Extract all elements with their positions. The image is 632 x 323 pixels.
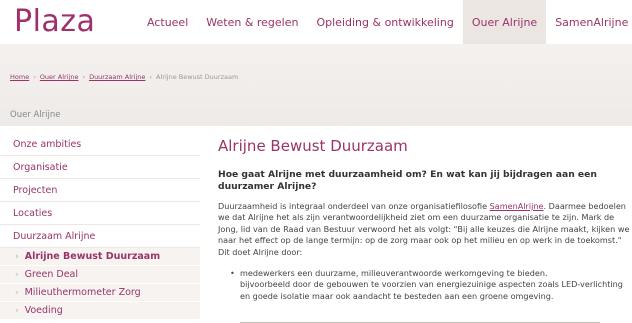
list-item: • medewerkers een duurzame, milieuverant…	[230, 268, 630, 302]
samenalrijne-link[interactable]: SamenAlrijne	[490, 201, 544, 211]
bullet-text: medewerkers een duurzame, milieuverantwo…	[240, 268, 548, 278]
sidebar-item-locaties[interactable]: Locaties	[0, 202, 200, 225]
bullet-dot: •	[230, 268, 235, 278]
bullet-list: • medewerkers een duurzame, milieuverant…	[230, 268, 630, 302]
breadcrumb-separator: ›	[82, 73, 86, 81]
breadcrumb-duurzaam-alrijne[interactable]: Duurzaam Alrijne	[89, 73, 145, 81]
breadcrumb-separator: ›	[149, 73, 153, 81]
page-title: Alrijne Bewust Duurzaam	[218, 137, 408, 155]
main-content: Alrijne Bewust Duurzaam Hoe gaat Alrijne…	[206, 126, 632, 323]
breadcrumb-current: Alrijne Bewust Duurzaam	[156, 73, 239, 81]
truncated-next-bullet	[240, 318, 620, 323]
sidebar-subitem-label: Alrijne Bewust Duurzaam	[24, 251, 161, 262]
sidebar-item-duurzaam-alrijne[interactable]: Duurzaam Alrijne	[0, 225, 200, 248]
chevron-right-icon: ›	[15, 269, 19, 280]
plaza-logo[interactable]: Plaza	[14, 4, 95, 39]
lead-question: Hoe gaat Alrijne met duurzaamheid om? En…	[218, 169, 597, 192]
breadcrumb-home[interactable]: Home	[10, 73, 29, 81]
sidebar-subitem-label: Green Deal	[24, 269, 79, 280]
sidebar: Onze ambities Organisatie Projecten Loca…	[0, 133, 200, 320]
sidebar-subitem-alrijne-bewust-duurzaam[interactable]: › Alrijne Bewust Duurzaam	[0, 248, 200, 266]
chevron-right-icon: ›	[15, 305, 19, 316]
sidebar-subitem-label: Milieuthermometer Zorg	[24, 287, 141, 298]
nav-opleiding-ontwikkeling[interactable]: Opleiding & ontwikkeling	[307, 0, 462, 44]
nav-ouer-alrijne[interactable]: Ouer Alrijne	[462, 0, 547, 44]
top-header: Plaza Actueel Weten & regelen Opleiding …	[0, 0, 632, 44]
sidebar-subitem-voeding[interactable]: › Voeding	[0, 302, 200, 320]
sidebar-item-onze-ambities[interactable]: Onze ambities	[0, 133, 200, 156]
bullet-text-continued: bijvoorbeeld door de gebouwen te voorzie…	[240, 279, 623, 301]
breadcrumb-ouer-alrijne[interactable]: Ouer Alrijne	[40, 73, 79, 81]
section-label: Ouer Alrijne	[10, 110, 61, 120]
chevron-right-icon: ›	[15, 287, 19, 298]
nav-actueel[interactable]: Actueel	[138, 0, 197, 44]
page-header-band	[0, 44, 632, 126]
sidebar-subitem-green-deal[interactable]: › Green Deal	[0, 266, 200, 284]
chevron-right-icon: ›	[15, 251, 19, 262]
breadcrumb-separator: ›	[33, 73, 36, 81]
body-paragraph: Duurzaamheid is integraal onderdeel van …	[218, 201, 632, 258]
breadcrumb: Home › Ouer Alrijne › Duurzaam Alrijne ›…	[10, 73, 238, 81]
sidebar-item-organisatie[interactable]: Organisatie	[0, 156, 200, 179]
sidebar-subitem-label: Voeding	[24, 305, 63, 316]
nav-weten-regelen[interactable]: Weten & regelen	[197, 0, 307, 44]
body-text-start: Duurzaamheid is integraal onderdeel van …	[218, 201, 490, 211]
sidebar-subitem-milieuthermometer-zorg[interactable]: › Milieuthermometer Zorg	[0, 284, 200, 302]
main-nav: Actueel Weten & regelen Opleiding & ontw…	[138, 0, 632, 44]
sidebar-item-projecten[interactable]: Projecten	[0, 179, 200, 202]
nav-samenalrijne[interactable]: SamenAlrijne	[546, 0, 632, 44]
